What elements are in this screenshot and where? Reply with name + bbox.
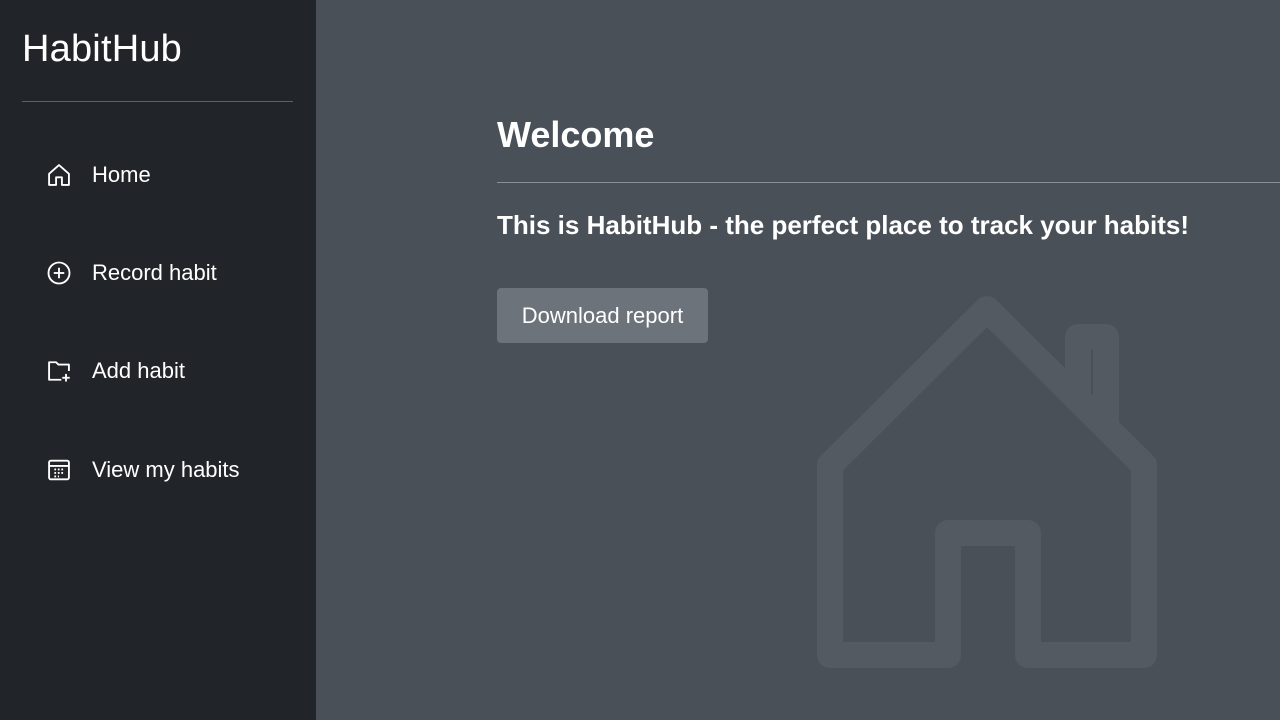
main-content: Welcome This is HabitHub - the perfect p… bbox=[316, 0, 1280, 720]
sidebar: HabitHub Home Record habit Add habit Vie… bbox=[0, 0, 316, 720]
sidebar-divider bbox=[22, 101, 293, 102]
sidebar-item-view-my-habits[interactable]: View my habits bbox=[44, 454, 240, 486]
page-title: Welcome bbox=[497, 114, 655, 155]
sidebar-item-add-habit[interactable]: Add habit bbox=[44, 355, 185, 387]
sidebar-item-label: Record habit bbox=[92, 260, 217, 285]
calendar-icon bbox=[44, 455, 74, 485]
home-icon bbox=[817, 296, 1157, 668]
download-report-button[interactable]: Download report bbox=[497, 288, 708, 343]
app-window: HabitHub Home Record habit Add habit Vie… bbox=[0, 0, 1280, 720]
sidebar-item-label: Home bbox=[92, 162, 151, 187]
sidebar-item-record-habit[interactable]: Record habit bbox=[44, 257, 217, 289]
home-icon bbox=[44, 160, 74, 190]
folder-plus-icon bbox=[44, 356, 74, 386]
plus-circle-icon bbox=[44, 258, 74, 288]
sidebar-item-label: Add habit bbox=[92, 358, 185, 383]
welcome-message: This is HabitHub - the perfect place to … bbox=[497, 210, 1190, 240]
sidebar-item-label: View my habits bbox=[92, 457, 240, 482]
sidebar-item-home[interactable]: Home bbox=[44, 159, 151, 191]
title-divider bbox=[497, 182, 1280, 183]
brand-title[interactable]: HabitHub bbox=[22, 28, 182, 71]
